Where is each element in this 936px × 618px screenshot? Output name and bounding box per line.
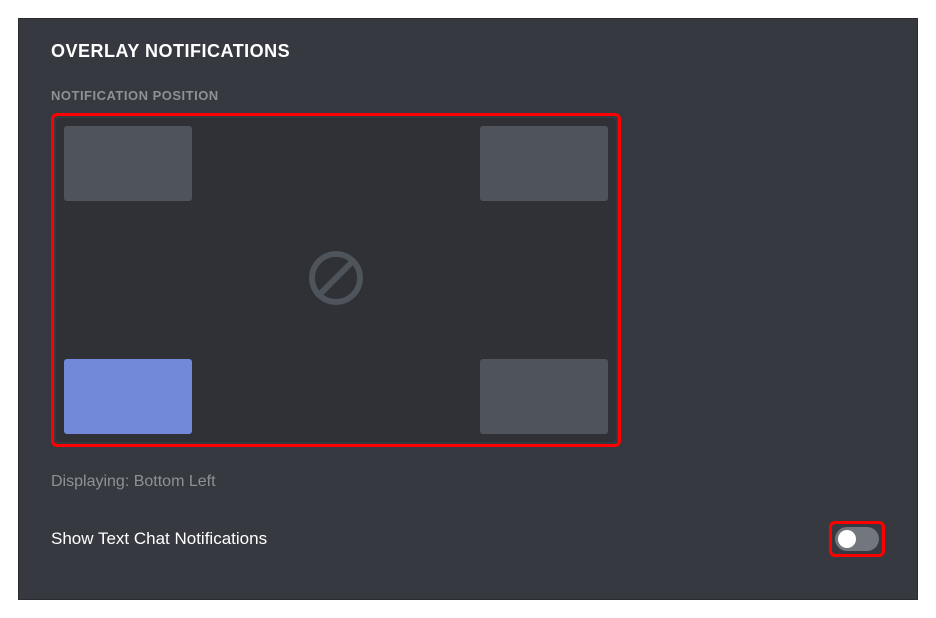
position-top-right[interactable] bbox=[480, 126, 608, 201]
overlay-notifications-panel: OVERLAY NOTIFICATIONS NOTIFICATION POSIT… bbox=[18, 18, 918, 600]
section-title: OVERLAY NOTIFICATIONS bbox=[51, 41, 885, 62]
notification-position-label: NOTIFICATION POSITION bbox=[51, 88, 885, 103]
disable-icon bbox=[304, 246, 368, 315]
toggle-highlight bbox=[829, 521, 885, 557]
position-disable[interactable] bbox=[304, 248, 368, 312]
toggle-knob bbox=[838, 530, 856, 548]
show-text-chat-notifications-row: Show Text Chat Notifications bbox=[51, 521, 885, 557]
position-picker-highlight bbox=[51, 113, 621, 447]
notification-position-picker bbox=[56, 118, 616, 442]
show-text-chat-notifications-label: Show Text Chat Notifications bbox=[51, 529, 267, 549]
displaying-text: Displaying: Bottom Left bbox=[51, 473, 885, 491]
position-bottom-right[interactable] bbox=[480, 359, 608, 434]
position-top-left[interactable] bbox=[64, 126, 192, 201]
position-bottom-left[interactable] bbox=[64, 359, 192, 434]
show-text-chat-notifications-toggle[interactable] bbox=[835, 527, 879, 551]
